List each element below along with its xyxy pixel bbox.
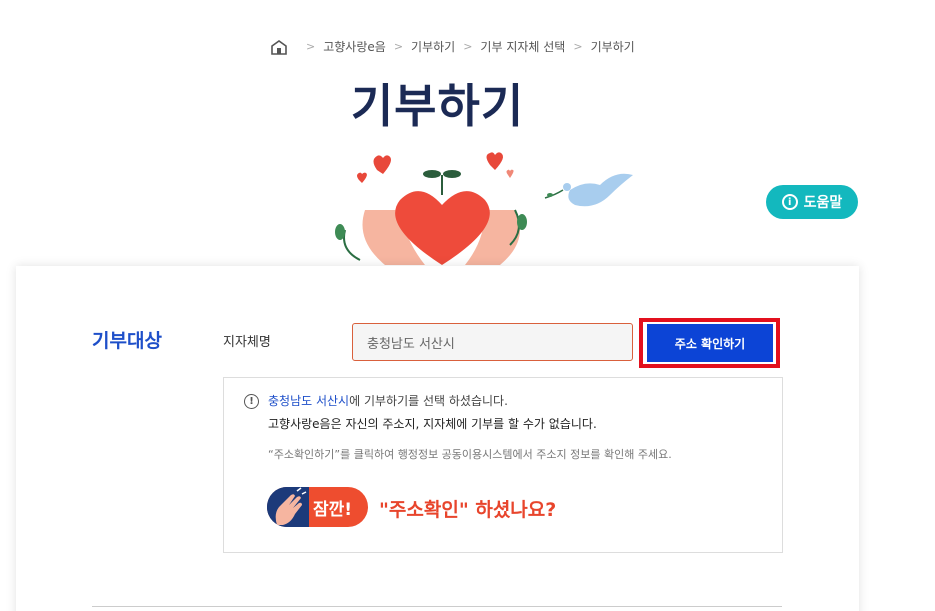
waving-hand-icon: [267, 487, 309, 527]
wait-badge-text: 잠깐!: [313, 500, 353, 520]
help-button[interactable]: i 도움말: [766, 185, 858, 219]
section-divider: [92, 606, 782, 607]
notice-box: ! 충청남도 서산시에 기부하기를 선택 하셨습니다. 고향사랑e음은 자신의 …: [223, 377, 783, 553]
warning-icon: !: [244, 394, 259, 409]
help-button-label: 도움말: [803, 195, 843, 211]
breadcrumb-separator: >: [573, 40, 583, 53]
breadcrumb-item-home[interactable]: 고향사랑e음: [323, 38, 386, 55]
page-title: 기부하기: [350, 79, 525, 133]
section-title: 기부대상: [92, 330, 162, 352]
region-field-label: 지자체명: [223, 335, 271, 350]
address-confirm-button[interactable]: 주소 확인하기: [647, 324, 773, 362]
notice-line-instruction: “주소확인하기”를 클릭하여 행정정보 공동이용시스템에서 주소지 정보를 확인…: [268, 448, 672, 461]
breadcrumb-separator: >: [306, 40, 316, 53]
breadcrumb-separator: >: [393, 40, 404, 53]
notice-line-restriction: 고향사랑e음은 자신의 주소지, 지자체에 기부를 할 수가 없습니다.: [268, 417, 597, 431]
breadcrumb-separator: >: [463, 40, 473, 53]
region-name-input[interactable]: [352, 323, 633, 361]
breadcrumb-item-select-region[interactable]: 기부 지자체 선택: [480, 38, 565, 55]
hero-illustration: [335, 152, 633, 265]
selected-region-link: 충청남도 서산시: [268, 394, 350, 408]
breadcrumb-item-donate[interactable]: 기부하기: [411, 38, 455, 55]
home-icon[interactable]: [270, 39, 288, 55]
breadcrumb-item-current: 기부하기: [590, 40, 635, 54]
address-check-question: "주소확인" 하셨나요?: [379, 499, 557, 521]
notice-line-selected-text: 에 기부하기를 선택 하셨습니다.: [349, 394, 508, 408]
wait-badge: 잠깐!: [267, 487, 368, 527]
breadcrumb: > 고향사랑e음 > 기부하기 > 기부 지자체 선택 > 기부하기: [270, 38, 635, 55]
notice-line-selected: 충청남도 서산시에 기부하기를 선택 하셨습니다.: [268, 392, 508, 409]
info-icon: i: [781, 194, 798, 210]
